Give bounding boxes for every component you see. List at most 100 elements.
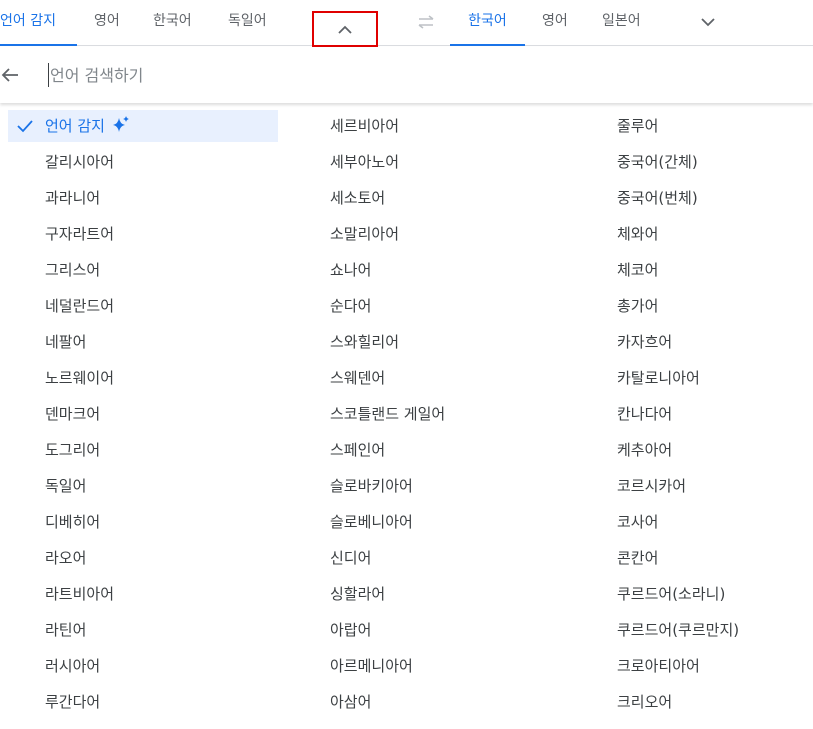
language-option[interactable]: 세부아노어: [330, 146, 590, 182]
language-option[interactable]: 중국어(번체): [617, 182, 807, 218]
language-option[interactable]: 총가어: [617, 290, 807, 326]
language-option[interactable]: 카자흐어: [617, 326, 807, 362]
language-option[interactable]: 칸나다어: [617, 398, 807, 434]
language-option[interactable]: 루간다어: [8, 686, 278, 722]
language-option[interactable]: 소말리아어: [330, 218, 590, 254]
language-option[interactable]: 슬로베니아어: [330, 506, 590, 542]
language-option[interactable]: 줄루어: [617, 110, 807, 146]
language-option[interactable]: 코사어: [617, 506, 807, 542]
language-label: 세소토어: [330, 189, 386, 207]
language-label: 스와힐리어: [330, 333, 400, 351]
language-option[interactable]: 그리스어: [8, 254, 278, 290]
language-label: 스코틀랜드 게일어: [330, 405, 446, 423]
language-label: 세르비아어: [330, 117, 400, 135]
language-label: 체코어: [617, 261, 659, 279]
swap-arrows-icon: [418, 15, 434, 29]
language-label: 중국어(번체): [617, 189, 698, 207]
language-option[interactable]: 갈리시아어: [8, 146, 278, 182]
language-option[interactable]: 독일어: [8, 470, 278, 506]
source-tab-korean[interactable]: 한국어: [153, 0, 192, 46]
language-option[interactable]: 네팔어: [8, 326, 278, 362]
source-tab-german[interactable]: 독일어: [228, 0, 267, 46]
language-option[interactable]: 슬로바키아어: [330, 470, 590, 506]
language-option[interactable]: 신디어: [330, 542, 590, 578]
language-label: 중국어(간체): [617, 153, 698, 171]
language-label: 크로아티아어: [617, 657, 700, 675]
swap-languages-button[interactable]: [412, 10, 440, 34]
sparkle-icon: [112, 116, 129, 132]
language-label: 슬로베니아어: [330, 513, 413, 531]
language-column-1: 언어 감지갈리시아어과라니어구자라트어 그리스어 네덜란드어네팔어노르웨이어덴마크어…: [8, 110, 278, 722]
language-label: 스웨덴어: [330, 369, 386, 387]
language-option[interactable]: 라트비아어: [8, 578, 278, 614]
tab-label: 언어 감지: [0, 13, 56, 29]
language-option[interactable]: 콘칸어: [617, 542, 807, 578]
language-option[interactable]: 스코틀랜드 게일어: [330, 398, 590, 434]
source-tab-detect[interactable]: 언어 감지: [0, 0, 77, 46]
language-label: 도그리어: [45, 441, 101, 459]
language-label: 네팔어: [45, 333, 87, 351]
language-option[interactable]: 디베히어: [8, 506, 278, 542]
language-option[interactable]: 싱할라어: [330, 578, 590, 614]
language-option[interactable]: 크로아티아어: [617, 650, 807, 686]
language-option[interactable]: 덴마크어: [8, 398, 278, 434]
language-option[interactable]: 아삼어: [330, 686, 590, 722]
tab-label: 영어: [542, 13, 568, 29]
language-column-3: 줄루어중국어(간체) 중국어(번체) 체와어체코어총가어 카자흐어카탈로니아어칸나다어…: [617, 110, 807, 722]
language-label: 라트비아어: [45, 585, 115, 603]
language-option[interactable]: 중국어(간체): [617, 146, 807, 182]
language-option-detect[interactable]: 언어 감지: [8, 110, 278, 142]
language-option[interactable]: 크리오어: [617, 686, 807, 722]
language-option[interactable]: 라오어: [8, 542, 278, 578]
language-label: 코르시카어: [617, 477, 687, 495]
language-option[interactable]: 세소토어: [330, 182, 590, 218]
language-column-2: 세르비아어세부아노어세소토어소말리아어쇼나어순다어스와힐리어스웨덴어스코틀랜드 …: [330, 110, 590, 722]
language-option[interactable]: 라틴어: [8, 614, 278, 650]
language-label: 노르웨이어: [45, 369, 115, 387]
language-label: 덴마크어: [45, 405, 101, 423]
language-option[interactable]: 체코어: [617, 254, 807, 290]
language-option[interactable]: 구자라트어: [8, 218, 278, 254]
language-option[interactable]: 러시아어: [8, 650, 278, 686]
language-label: 신디어: [330, 549, 372, 567]
language-option[interactable]: 순다어: [330, 290, 590, 326]
language-option[interactable]: 세르비아어: [330, 110, 590, 146]
language-search-bar: [0, 47, 813, 103]
language-label: 러시아어: [45, 657, 101, 675]
language-label: 과라니어: [45, 189, 101, 207]
language-option[interactable]: 아르메니아어: [330, 650, 590, 686]
language-option[interactable]: 스웨덴어: [330, 362, 590, 398]
language-label: 쇼나어: [330, 261, 372, 279]
language-option[interactable]: 쿠르드어(쿠르만지): [617, 614, 807, 650]
language-option[interactable]: 스페인어: [330, 434, 590, 470]
target-tab-english[interactable]: 영어: [542, 0, 568, 46]
language-option[interactable]: 체와어: [617, 218, 807, 254]
language-option[interactable]: 스와힐리어: [330, 326, 590, 362]
language-label: 케추아어: [617, 441, 673, 459]
language-option[interactable]: 노르웨이어: [8, 362, 278, 398]
language-search-input[interactable]: [48, 63, 748, 87]
more-target-languages-button[interactable]: [694, 10, 722, 34]
language-option[interactable]: 카탈로니아어: [617, 362, 807, 398]
language-label: 독일어: [45, 477, 87, 495]
language-option[interactable]: 네덜란드어: [8, 290, 278, 326]
tab-label: 독일어: [228, 13, 267, 29]
language-label: 코사어: [617, 513, 659, 531]
language-label: 순다어: [330, 297, 372, 315]
language-label: 체와어: [617, 225, 659, 243]
language-label: 콘칸어: [617, 549, 659, 567]
target-tab-korean[interactable]: 한국어: [450, 0, 525, 46]
back-button[interactable]: [0, 63, 20, 87]
language-label: 카탈로니아어: [617, 369, 700, 387]
language-option[interactable]: 아랍어: [330, 614, 590, 650]
language-option[interactable]: 쇼나어: [330, 254, 590, 290]
language-option[interactable]: 과라니어: [8, 182, 278, 218]
language-option[interactable]: 케추아어: [617, 434, 807, 470]
target-tab-japanese[interactable]: 일본어: [602, 0, 641, 46]
language-label: 디베히어: [45, 513, 101, 531]
language-option[interactable]: 코르시카어: [617, 470, 807, 506]
language-option[interactable]: 쿠르드어(소라니): [617, 578, 807, 614]
language-option[interactable]: 도그리어: [8, 434, 278, 470]
collapse-source-languages-button[interactable]: [312, 11, 378, 47]
source-tab-english[interactable]: 영어: [94, 0, 120, 46]
